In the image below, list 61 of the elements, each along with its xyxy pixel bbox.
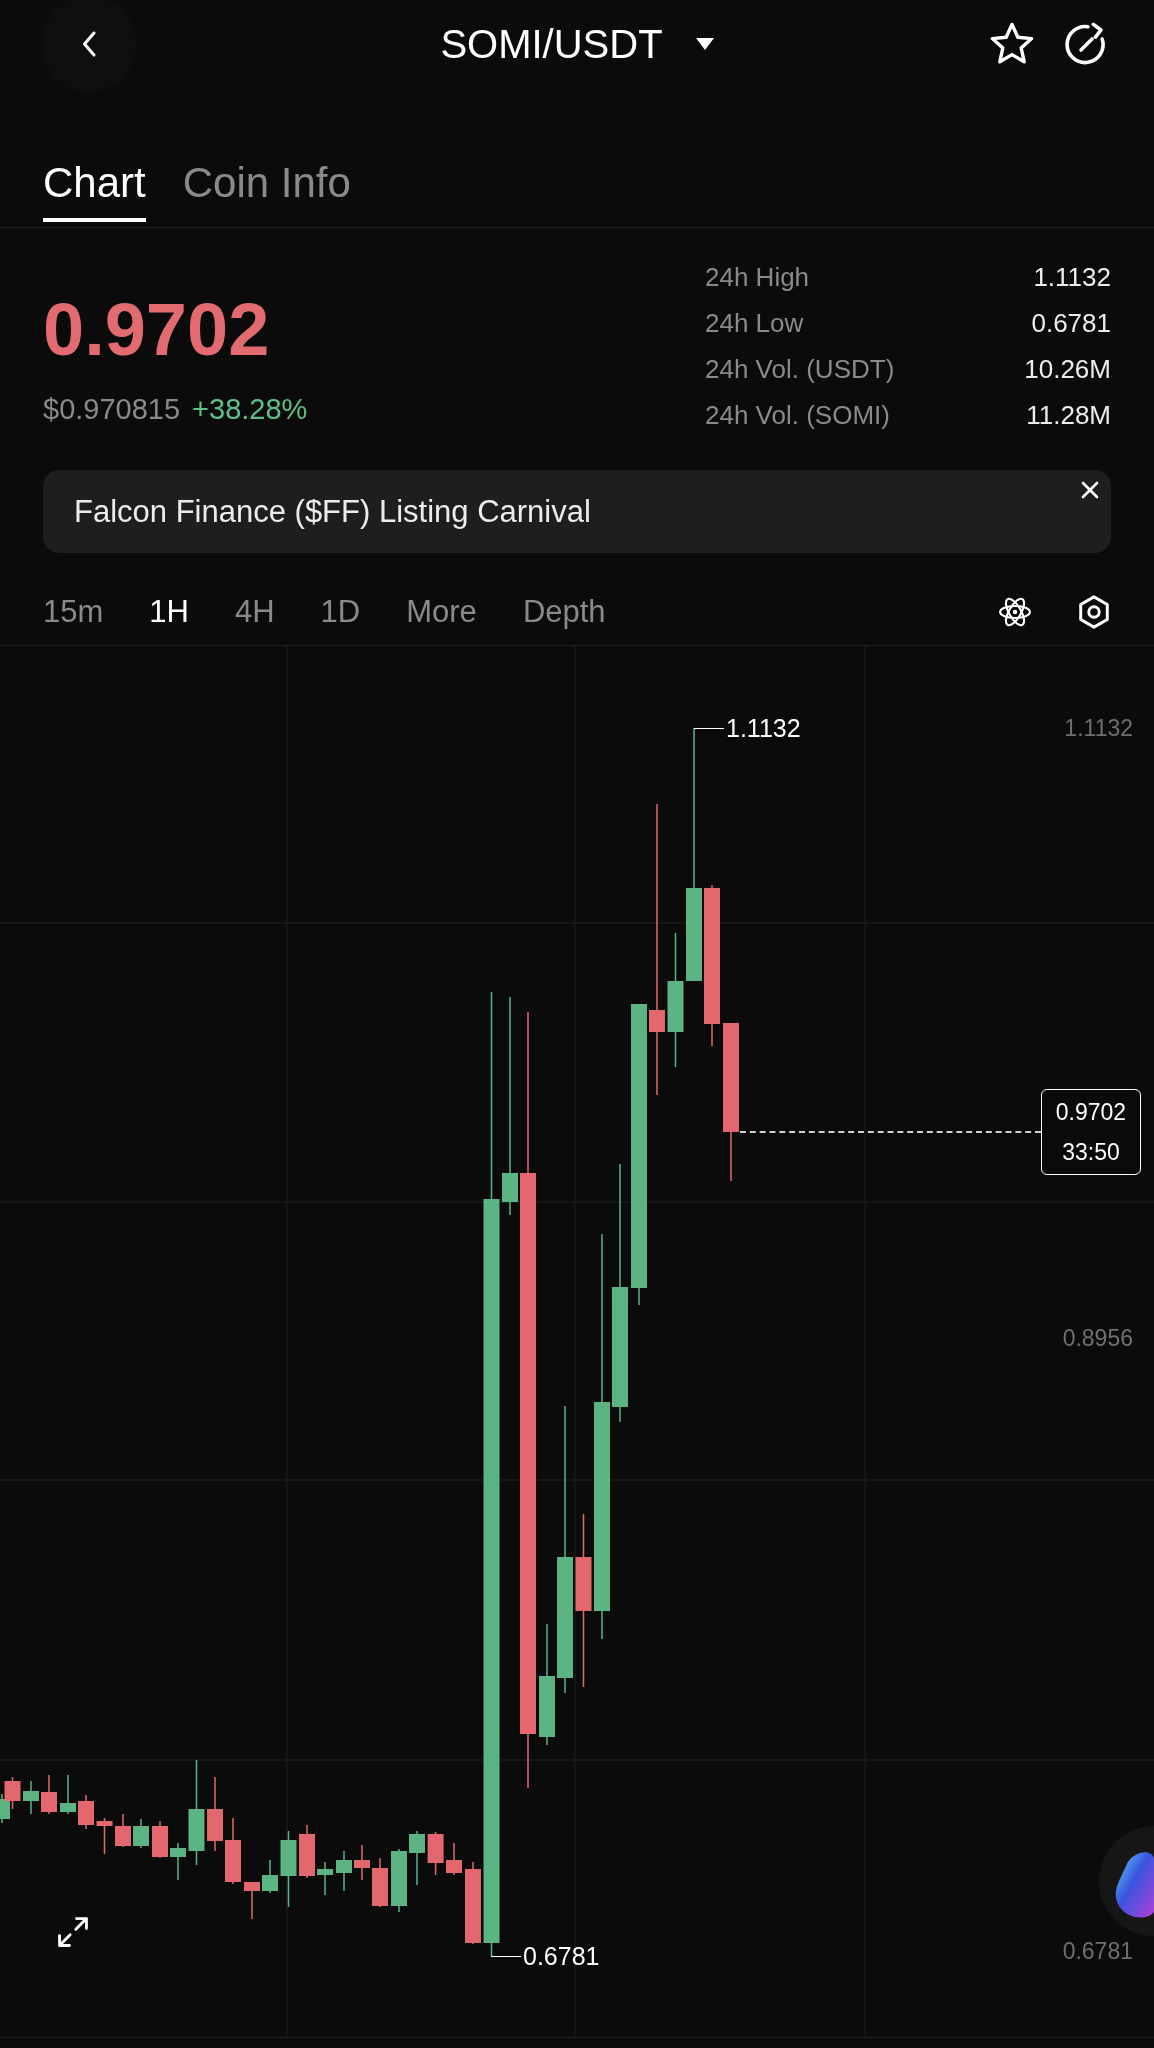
stat-value: 11.28M (1026, 399, 1111, 431)
candle (60, 1775, 76, 1814)
stat-label: 24h High (705, 261, 810, 293)
stat-value: 10.26M (1024, 353, 1111, 385)
low-price-label: 0.6781 (523, 1942, 600, 1970)
candle (336, 1851, 352, 1891)
expand-icon[interactable] (56, 1915, 90, 1949)
candle (409, 1831, 425, 1885)
candle (152, 1821, 168, 1858)
candle (446, 1843, 462, 1875)
interval-tab[interactable]: More (406, 592, 477, 632)
interval-tab[interactable]: 4H (234, 592, 275, 632)
banner-text: Falcon Finance ($FF) Listing Carnival (74, 492, 591, 531)
price-change: +38.28% (192, 392, 308, 427)
candle (96, 1818, 113, 1854)
stat-value: 1.1132 (1033, 261, 1111, 293)
candle (225, 1818, 241, 1884)
stat-value: 0.6781 (1031, 307, 1111, 339)
blob-icon[interactable] (1096, 1826, 1154, 1936)
atom-icon[interactable] (998, 595, 1032, 629)
candle (391, 1849, 407, 1912)
candle (317, 1862, 333, 1895)
stat-label: 24h Low (705, 307, 804, 339)
interval-tab[interactable]: 1H (149, 592, 189, 632)
settings-icon[interactable] (1077, 595, 1111, 629)
candle (78, 1795, 94, 1829)
fiat-price: $0.970815 (43, 392, 181, 427)
interval-tab[interactable]: 1D (320, 592, 361, 632)
interval-tab[interactable]: Depth (522, 592, 606, 632)
leader-line (491, 1956, 521, 1957)
candle (354, 1845, 370, 1880)
close-icon[interactable] (1080, 480, 1100, 500)
candle (170, 1843, 186, 1880)
pair-selector[interactable]: SOMI/USDT (440, 20, 714, 68)
candle (427, 1832, 444, 1875)
high-price-label: 1.1132 (726, 714, 801, 742)
candle (133, 1819, 149, 1848)
candle (372, 1858, 388, 1907)
tab[interactable]: Chart (43, 159, 146, 222)
tab[interactable]: Coin Info (182, 159, 351, 222)
stat-label: 24h Vol. (USDT) (705, 353, 895, 385)
interval-tab[interactable]: 15m (43, 592, 104, 632)
candle (244, 1882, 260, 1919)
countdown-timer: 33:50 (1062, 1138, 1120, 1166)
leader-line (694, 728, 724, 729)
candle (41, 1775, 57, 1814)
stat-label: 24h Vol. (SOMI) (705, 399, 890, 431)
caret-down-icon (695, 38, 714, 50)
candle (23, 1781, 39, 1814)
last-price: 0.9702 (43, 293, 271, 367)
circular-arrow-icon[interactable] (1063, 22, 1107, 66)
chevron-left-icon (82, 31, 96, 57)
price-axis-label: 0.8956 (1062, 1324, 1133, 1352)
candle (262, 1860, 278, 1893)
star-icon[interactable] (990, 22, 1034, 66)
candle (299, 1825, 315, 1878)
candle (115, 1814, 131, 1847)
price-axis-label: 0.6781 (1062, 1937, 1133, 1965)
current-price-value: 0.9702 (1055, 1098, 1127, 1126)
announcement-banner[interactable]: Falcon Finance ($FF) Listing Carnival (43, 470, 1111, 553)
price-axis-label: 1.1132 (1064, 714, 1133, 742)
